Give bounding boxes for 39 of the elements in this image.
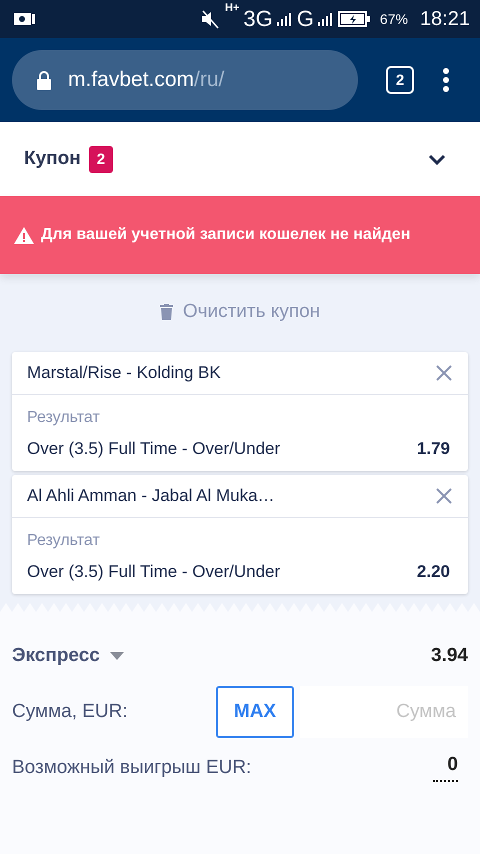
caret-icon: [110, 652, 124, 660]
battery-icon: [338, 11, 370, 27]
network-label: 3G: [243, 6, 273, 32]
address-bar[interactable]: m.favbet.com/ru/: [12, 50, 358, 110]
trash-icon: [160, 304, 173, 320]
market-label: Результат: [27, 532, 101, 550]
network-type: H+: [225, 2, 240, 14]
total-odds: 3.94: [431, 645, 468, 667]
lock-icon: [36, 70, 52, 90]
win-label: Возможный выигрыш EUR:: [12, 757, 252, 779]
event-name: Marstal/Rise - Kolding BK: [27, 363, 221, 383]
max-button[interactable]: MAX: [216, 686, 294, 738]
bet-type-dropdown[interactable]: Экспресс: [12, 645, 124, 667]
odds-value: 2.20: [416, 562, 450, 582]
selection-text: Over (3.5) Full Time - Over/Under: [27, 439, 280, 459]
coupon-count-badge: 2: [88, 146, 114, 172]
odds-value: 1.79: [416, 439, 450, 459]
menu-icon[interactable]: [442, 67, 450, 93]
network-label: G: [296, 6, 314, 32]
battery-level: 67%: [380, 11, 408, 27]
tab-count-button[interactable]: 2: [386, 66, 414, 94]
chevron-down-icon[interactable]: [428, 154, 446, 164]
stake-field[interactable]: Сумма: [300, 686, 468, 738]
warning-icon: [13, 226, 35, 244]
url-text: m.favbet.com/ru/: [68, 68, 224, 92]
camera-icon: [14, 12, 36, 26]
signal-icon: [276, 12, 293, 26]
event-name: Al Ahli Amman - Jabal Al Muka…: [27, 486, 275, 506]
selection-text: Over (3.5) Full Time - Over/Under: [27, 562, 280, 582]
clock: 18:21: [420, 8, 470, 30]
win-value: 0: [433, 754, 458, 782]
signal-icon: [318, 12, 334, 26]
market-label: Результат: [27, 409, 101, 427]
alert-text: Для вашей учетной записи кошелек не найден: [41, 226, 410, 244]
coupon-title: Купон: [24, 148, 81, 170]
stake-label: Сумма, EUR:: [12, 701, 128, 723]
close-icon[interactable]: [436, 488, 452, 504]
muted-speaker-icon: [199, 8, 222, 30]
close-icon[interactable]: [436, 365, 452, 381]
